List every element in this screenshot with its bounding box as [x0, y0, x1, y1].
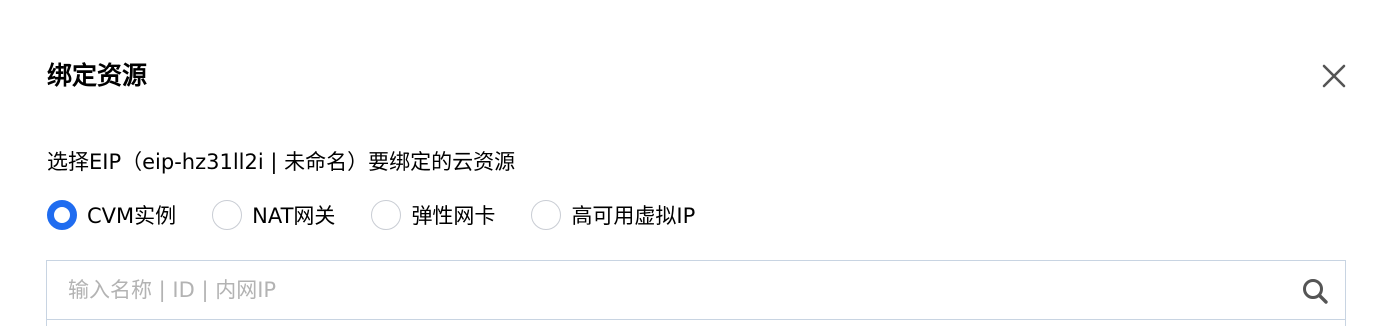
resource-list-top	[46, 320, 1346, 326]
radio-cvm-instance[interactable]: CVM实例	[47, 200, 176, 230]
radio-ha-virtual-ip[interactable]: 高可用虚拟IP	[531, 200, 695, 230]
radio-label: 弹性网卡	[411, 204, 496, 228]
radio-unchecked-icon	[531, 200, 562, 230]
dialog-title: 绑定资源	[47, 61, 148, 90]
bind-description: 选择EIP（eip-hz31ll2i | 未命名）要绑定的云资源	[47, 150, 516, 174]
resource-type-radio-group: CVM实例 NAT网关 弹性网卡 高可用虚拟IP	[47, 198, 695, 232]
close-button[interactable]	[1319, 61, 1349, 91]
radio-label: 高可用虚拟IP	[571, 204, 696, 228]
radio-label: NAT网关	[252, 204, 336, 228]
radio-nat-gateway[interactable]: NAT网关	[212, 200, 335, 230]
search-input[interactable]	[47, 261, 1345, 319]
radio-label: CVM实例	[87, 204, 177, 228]
bind-resource-dialog: 绑定资源 选择EIP（eip-hz31ll2i | 未命名）要绑定的云资源 CV…	[0, 0, 1394, 326]
close-icon	[1322, 64, 1346, 88]
radio-unchecked-icon	[212, 200, 243, 230]
search-box	[46, 260, 1346, 320]
search-icon[interactable]	[1301, 277, 1329, 305]
radio-unchecked-icon	[371, 200, 402, 230]
radio-checked-icon	[47, 200, 77, 230]
radio-elastic-nic[interactable]: 弹性网卡	[371, 200, 495, 230]
